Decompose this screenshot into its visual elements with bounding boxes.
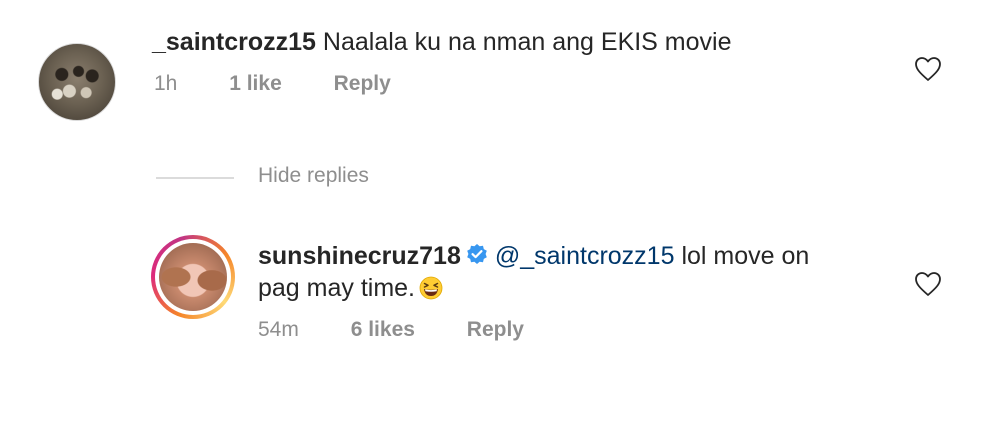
comment-text-1: _saintcrozz15 Naalala ku na nman ang EKI… bbox=[152, 27, 732, 57]
comment-likes-2[interactable]: 6 likes bbox=[351, 318, 415, 341]
story-ring[interactable] bbox=[151, 235, 235, 319]
comment-time-2: 54m bbox=[258, 318, 299, 341]
comment-username-1[interactable]: _saintcrozz15 bbox=[152, 28, 316, 56]
avatar-sunshinecruz718[interactable] bbox=[159, 243, 227, 311]
comment-likes-1[interactable]: 1 like bbox=[229, 72, 282, 95]
hide-replies-button[interactable]: Hide replies bbox=[258, 163, 369, 189]
reply-button-1[interactable]: Reply bbox=[334, 72, 391, 95]
comment-text-2-line-2: pag may time. bbox=[258, 273, 443, 303]
heart-outline-icon[interactable] bbox=[914, 271, 942, 297]
comment-body-2-line-2: pag may time. bbox=[258, 274, 416, 302]
avatar-photo bbox=[39, 44, 115, 120]
heart-outline-icon[interactable] bbox=[914, 56, 942, 82]
grinning-squinting-face-emoji bbox=[419, 276, 443, 300]
comment-meta-2: 54m 6 likes Reply bbox=[258, 317, 524, 343]
avatar-photo bbox=[159, 243, 227, 311]
verified-badge-icon bbox=[467, 244, 487, 264]
avatar-saintcrozz15[interactable] bbox=[38, 43, 116, 121]
comment-time-1: 1h bbox=[154, 72, 178, 95]
comment-body-1: Naalala ku na nman ang EKIS movie bbox=[322, 28, 732, 56]
mention-link[interactable]: @_saintcrozz15 bbox=[495, 242, 675, 270]
replies-divider bbox=[156, 177, 234, 179]
comment-text-2-line-1: sunshinecruz718 @_saintcrozz15 lol move … bbox=[258, 241, 809, 271]
comment-body-2-line-1: lol move on bbox=[681, 242, 810, 270]
comment-meta-1: 1h 1 like Reply bbox=[154, 71, 391, 97]
comment-username-2[interactable]: sunshinecruz718 bbox=[258, 242, 461, 270]
reply-button-2[interactable]: Reply bbox=[467, 318, 524, 341]
